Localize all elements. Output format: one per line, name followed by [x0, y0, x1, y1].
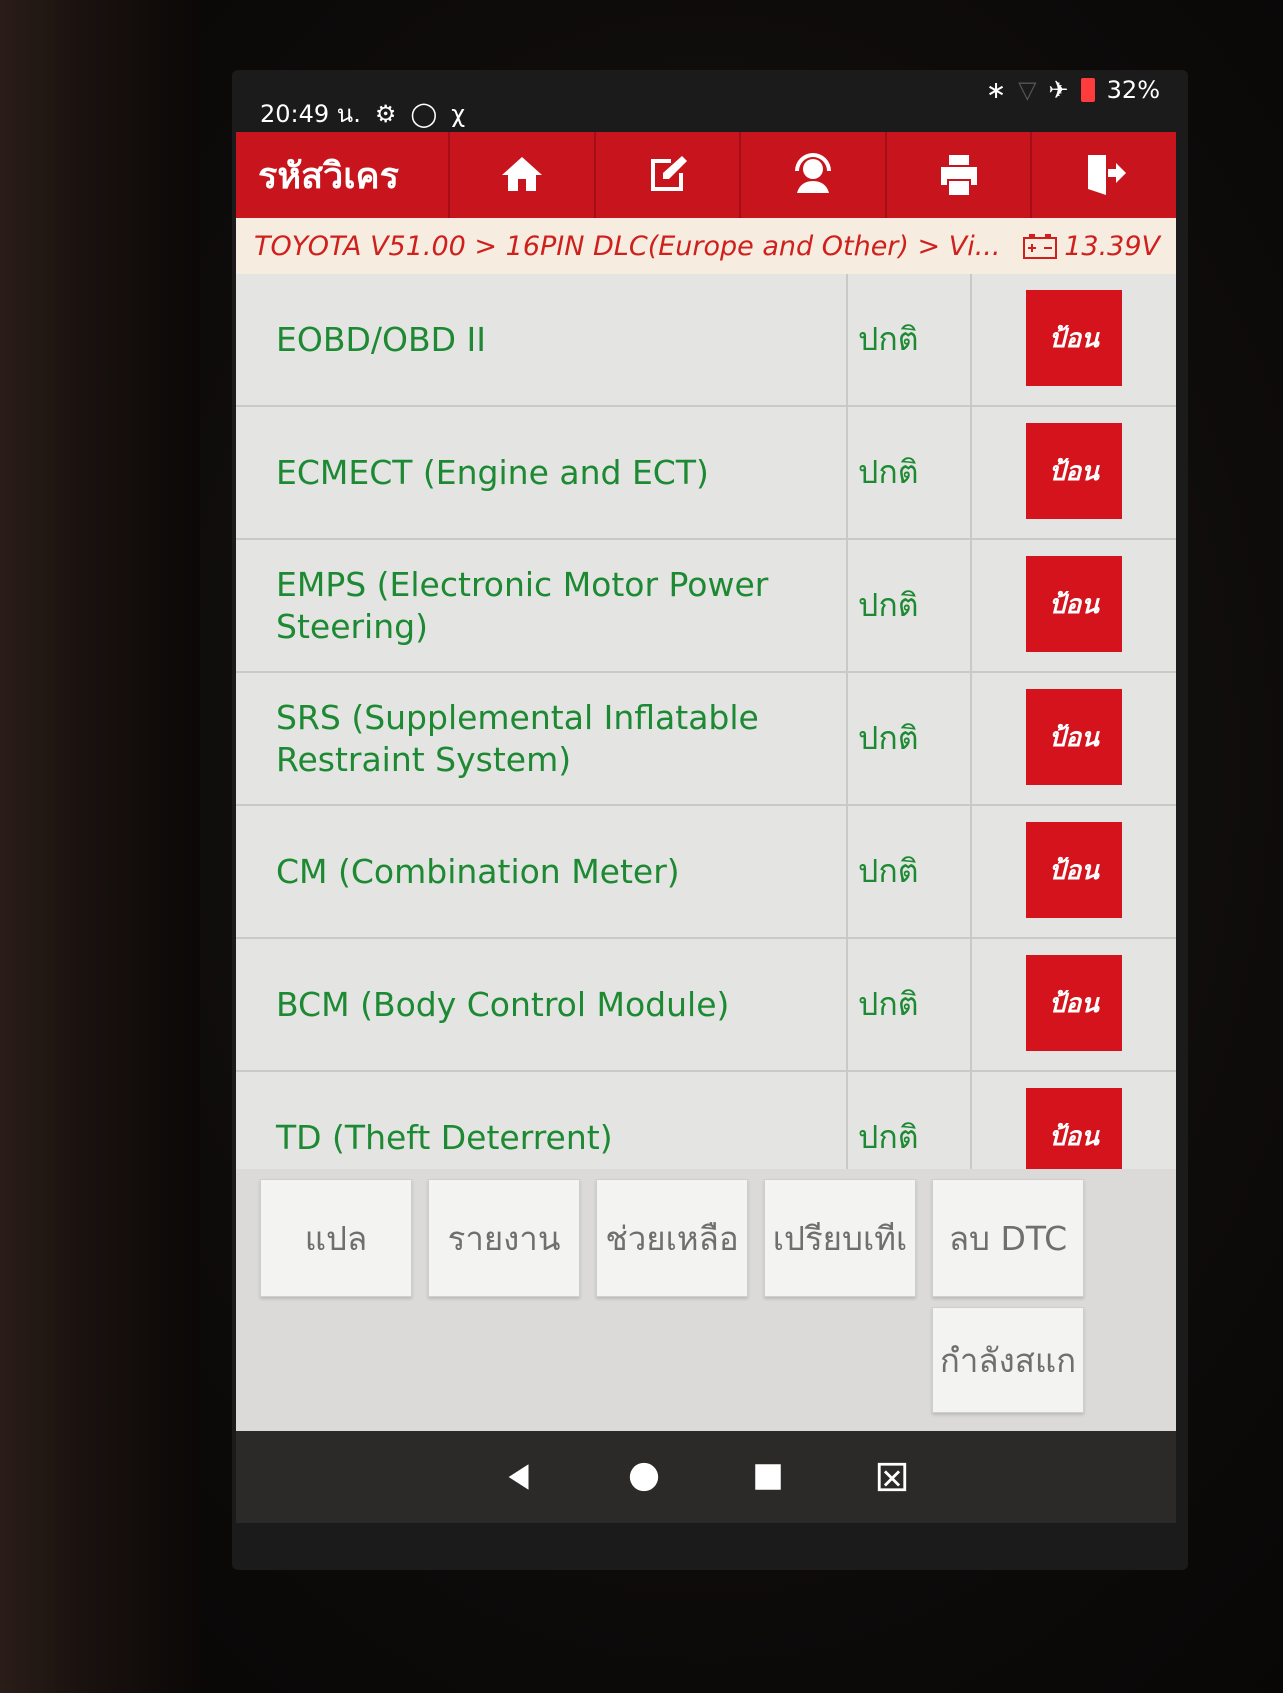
scanning-button[interactable]: กำลังสแก — [932, 1307, 1084, 1413]
breadcrumb-path: TOYOTA V51.00 > 16PIN DLC(Europe and Oth… — [254, 230, 1001, 262]
help-button[interactable]: ช่วยเหลือ — [596, 1179, 748, 1297]
system-name: TD (Theft Deterrent) — [236, 1072, 848, 1169]
device-edge — [0, 0, 200, 1693]
system-row: ECMECT (Engine and ECT) ปกติ ป้อน — [236, 407, 1176, 540]
system-status: ปกติ — [848, 274, 972, 405]
enter-button[interactable]: ป้อน — [1026, 689, 1122, 785]
print-icon — [940, 155, 977, 195]
system-status: ปกติ — [848, 806, 972, 937]
diagnostic-icon: χ — [451, 99, 466, 128]
support-button[interactable] — [739, 132, 885, 218]
page-title: รหัสวิเคร — [258, 155, 399, 197]
battery-level: 32% — [1106, 76, 1160, 104]
breadcrumb: TOYOTA V51.00 > 16PIN DLC(Europe and Oth… — [236, 218, 1176, 274]
wireless-icon: ◯ — [410, 99, 438, 128]
system-name: SRS (Supplemental Inflatable Restraint S… — [236, 673, 848, 804]
system-row: CM (Combination Meter) ปกติ ป้อน — [236, 806, 1176, 939]
airplane-icon: ✈ — [1048, 76, 1069, 104]
enter-button[interactable]: ป้อน — [1026, 955, 1122, 1051]
enter-button[interactable]: ป้อน — [1026, 1088, 1122, 1169]
bottom-action-bar: แปล รายงาน ช่วยเหลือ เปรียบเทีเ ลบ DTC ก… — [236, 1169, 1176, 1431]
system-row: TD (Theft Deterrent) ปกติ ป้อน — [236, 1072, 1176, 1169]
wifi-icon: ▽ — [1018, 76, 1037, 104]
system-status: ปกติ — [848, 939, 972, 1070]
enter-button[interactable]: ป้อน — [1026, 290, 1122, 386]
edit-button[interactable] — [593, 132, 740, 218]
navigation-bar — [236, 1431, 1176, 1523]
system-status: ปกติ — [848, 1072, 972, 1169]
screen: 20:49 น. ⚙ ◯ χ ∗ ▽ ✈ 32% รหัสวิเคร TOYOT… — [232, 70, 1188, 1570]
print-button[interactable] — [884, 132, 1031, 218]
status-time: 20:49 น. — [260, 100, 361, 128]
system-status: ปกติ — [848, 673, 972, 804]
bluetooth-icon: ∗ — [985, 76, 1007, 104]
home-nav-icon[interactable] — [627, 1460, 661, 1494]
system-row: BCM (Body Control Module) ปกติ ป้อน — [236, 939, 1176, 1072]
app-header: รหัสวิเคร — [236, 132, 1176, 218]
back-icon[interactable] — [503, 1460, 537, 1494]
voltage-reading: 13.39V — [1064, 230, 1160, 262]
recents-icon[interactable] — [751, 1460, 785, 1494]
system-name: CM (Combination Meter) — [236, 806, 848, 937]
system-status: ปกติ — [848, 407, 972, 538]
system-status: ปกติ — [848, 540, 972, 671]
support-icon — [794, 153, 831, 193]
status-bar: 20:49 น. ⚙ ◯ χ ∗ ▽ ✈ 32% — [232, 70, 1188, 128]
enter-button[interactable]: ป้อน — [1026, 423, 1122, 519]
system-name: ECMECT (Engine and ECT) — [236, 407, 848, 538]
screenshot-icon[interactable] — [875, 1460, 909, 1494]
battery-icon — [1080, 78, 1095, 102]
gear-icon: ⚙ — [374, 99, 397, 128]
system-row: EMPS (Electronic Motor Power Steering) ป… — [236, 540, 1176, 673]
device-frame: 20:49 น. ⚙ ◯ χ ∗ ▽ ✈ 32% รหัสวิเคร TOYOT… — [0, 0, 1283, 1693]
report-button[interactable]: รายงาน — [428, 1179, 580, 1297]
system-row: SRS (Supplemental Inflatable Restraint S… — [236, 673, 1176, 806]
system-name: EMPS (Electronic Motor Power Steering) — [236, 540, 848, 671]
home-button[interactable] — [448, 132, 594, 218]
translate-button[interactable]: แปล — [260, 1179, 412, 1297]
clear-dtc-button[interactable]: ลบ DTC — [932, 1179, 1084, 1297]
enter-button[interactable]: ป้อน — [1026, 556, 1122, 652]
compare-button[interactable]: เปรียบเทีเ — [764, 1179, 916, 1297]
car-battery-icon — [1023, 234, 1058, 259]
system-name: BCM (Body Control Module) — [236, 939, 848, 1070]
enter-button[interactable]: ป้อน — [1026, 822, 1122, 918]
system-list: EOBD/OBD II ปกติ ป้อน ECMECT (Engine and… — [236, 274, 1176, 1169]
exit-icon — [1088, 155, 1127, 195]
home-icon — [501, 157, 542, 191]
system-name: EOBD/OBD II — [236, 274, 848, 405]
system-row: EOBD/OBD II ปกติ ป้อน — [236, 274, 1176, 407]
exit-button[interactable] — [1030, 132, 1176, 218]
edit-icon — [651, 156, 688, 191]
